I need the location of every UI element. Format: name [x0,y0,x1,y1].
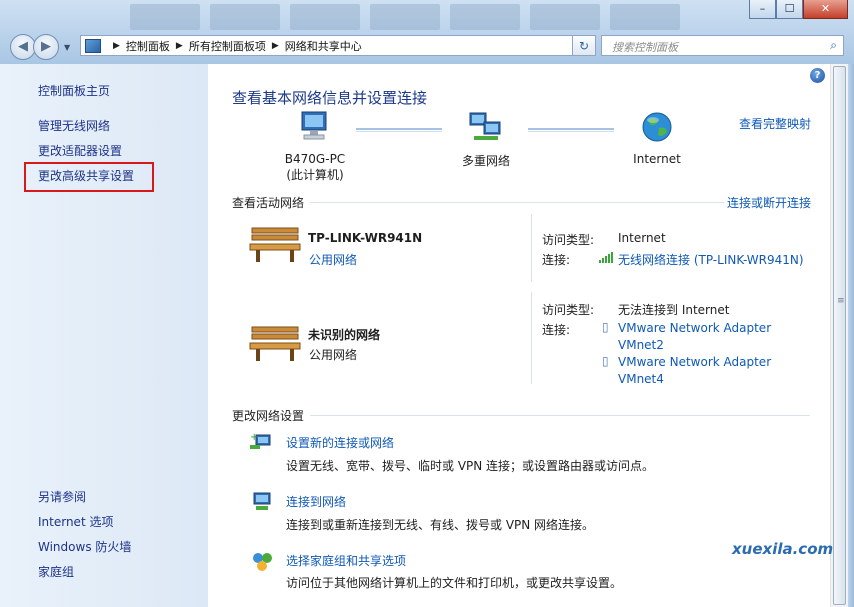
breadcrumb-control-panel[interactable]: 控制面板 [126,38,170,54]
multiple-networks-icon[interactable] [468,110,504,144]
vmnet4-link-line2[interactable]: VMnet4 [618,372,664,386]
breadcrumb-network-center[interactable]: 网络和共享中心 [285,38,362,54]
window-frame [848,64,854,607]
network-2-type: 公用网络 [309,348,358,362]
sidebar-item-adapter-settings[interactable]: 更改适配器设置 [38,142,122,159]
map-connector-line [356,128,442,132]
connect-to-network-link[interactable]: 连接到网络 [286,493,346,510]
computer-node-label: B470G-PC (此计算机) [272,152,358,183]
divider [310,202,724,203]
network-1-conn-label: 连接: [542,253,571,267]
sidebar-item-manage-wireless[interactable]: 管理无线网络 [38,117,110,134]
vmnet4-link[interactable]: VMware Network Adapter [618,355,771,369]
homegroup-icon [253,553,272,571]
minimize-button[interactable]: – [749,0,776,19]
connect-to-network-desc: 连接到或重新连接到无线、有线、拨号或 VPN 网络连接。 [286,518,595,532]
connect-disconnect-link[interactable]: 连接或断开连接 [727,194,811,211]
main-content: ? 查看基本网络信息并设置连接 查看完整映射 B470G-PC (此计算机) 多… [208,64,830,607]
scrollbar-thumb[interactable]: ≡ [833,66,846,605]
vertical-scrollbar[interactable]: ≡ [830,64,849,607]
sidebar-item-homegroup[interactable]: 家庭组 [38,563,74,580]
network-1-type-link[interactable]: 公用网络 [309,251,357,268]
sidebar: 控制面板主页 管理无线网络 更改适配器设置 更改高级共享设置 另请参阅 Inte… [0,64,208,607]
grip-icon: ≡ [837,296,845,306]
search-input[interactable]: 搜索控制面板 ⌕ [601,35,844,56]
control-panel-icon [85,38,101,53]
internet-label: Internet [633,152,681,166]
sidebar-item-home[interactable]: 控制面板主页 [38,82,110,99]
forward-button[interactable]: ▶ [33,34,59,60]
sidebar-item-firewall[interactable]: Windows 防火墙 [38,538,131,555]
connect-network-icon [253,492,271,510]
refresh-button[interactable]: ↻ [572,35,596,56]
wifi-signal-icon [599,252,613,263]
network-1-name: TP-LINK-WR941N [308,231,423,245]
homegroup-sharing-link[interactable]: 选择家庭组和共享选项 [286,552,406,569]
network-2-name: 未识别的网络 [308,328,381,342]
search-icon[interactable]: ⌕ [830,38,837,53]
computer-name: B470G-PC [284,152,346,166]
homegroup-sharing-desc: 访问位于其他网络计算机上的文件和打印机，或更改共享设置。 [286,576,623,590]
map-connector-line [528,128,614,132]
background-thumbnail [210,4,280,30]
background-thumbnail [450,4,520,30]
chevron-right-icon[interactable]: ▶ [176,41,183,51]
search-placeholder: 搜索控制面板 [612,41,678,54]
network-2-access-value: 无法连接到 Internet [618,303,730,317]
chevron-right-icon[interactable]: ▶ [113,41,120,51]
chevron-right-icon[interactable]: ▶ [272,41,279,51]
background-thumbnail [370,4,440,30]
bench-icon [249,227,301,262]
page-title: 查看基本网络信息并设置连接 [232,89,428,107]
watermark: xuexila.com [732,540,834,558]
background-thumbnail [610,4,680,30]
new-connection-icon: + [250,432,271,449]
network-1-access-label: 访问类型: [542,233,595,247]
computer-sub: (此计算机) [286,168,344,182]
internet-globe-icon[interactable] [640,110,674,144]
computer-icon[interactable] [296,110,332,144]
setup-connection-desc: 设置无线、宽带、拨号、临时或 VPN 连接；或设置路由器或访问点。 [286,459,655,473]
sidebar-item-internet-options[interactable]: Internet 选项 [38,513,113,530]
divider [531,292,532,384]
background-thumbnail [530,4,600,30]
see-also-heading: 另请参阅 [38,490,87,504]
network-2-conn-label: 连接: [542,323,571,337]
divider [310,415,810,416]
network-2-access-label: 访问类型: [542,303,595,317]
vmnet2-link-line2[interactable]: VMnet2 [618,338,664,352]
history-dropdown-icon[interactable]: ▼ [64,43,70,52]
vmnet2-link[interactable]: VMware Network Adapter [618,321,771,335]
network-1-access-value: Internet [618,231,666,245]
network-adapter-icon: ▯ [602,320,609,334]
sidebar-item-advanced-sharing[interactable]: 更改高级共享设置 [38,167,134,184]
help-icon[interactable]: ? [810,68,825,83]
network-adapter-icon: ▯ [602,354,609,368]
maximize-button[interactable]: ☐ [776,0,803,19]
address-bar[interactable]: ▶ 控制面板 ▶ 所有控制面板项 ▶ 网络和共享中心 ▼ [80,35,596,56]
background-thumbnail [130,4,200,30]
svg-text:+: + [250,432,258,443]
view-full-map-link[interactable]: 查看完整映射 [739,115,811,132]
window-titlebar: – ☐ ✕ ◀ ▶ ▼ ▶ 控制面板 ▶ 所有控制面板项 ▶ 网络和共享中心 ▼… [0,0,854,64]
active-networks-heading: 查看活动网络 [232,196,305,210]
divider [531,214,532,282]
bench-icon [249,326,301,361]
wireless-connection-link[interactable]: 无线网络连接 (TP-LINK-WR941N) [618,251,804,268]
multiple-networks-label: 多重网络 [461,154,510,168]
setup-connection-link[interactable]: 设置新的连接或网络 [286,434,394,451]
background-thumbnail [290,4,360,30]
close-button[interactable]: ✕ [803,0,848,19]
change-settings-heading: 更改网络设置 [232,409,305,423]
breadcrumb-all-items[interactable]: 所有控制面板项 [189,38,266,54]
